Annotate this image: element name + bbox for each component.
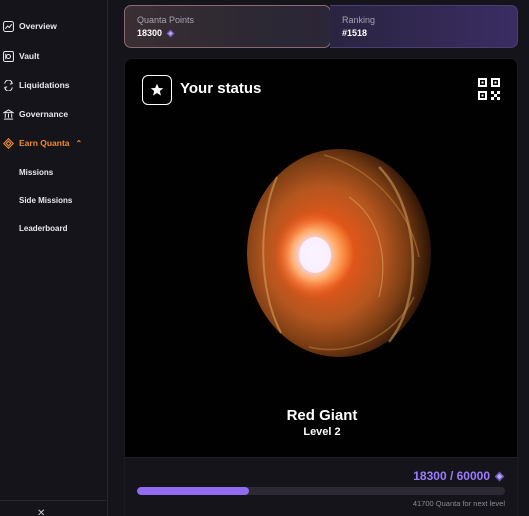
status-panel: Your status Red Giant Level 2 18300 / 60… <box>124 58 518 516</box>
progress-note: 41700 Quanta for next level <box>412 499 505 508</box>
sidebar-item-vault[interactable]: Vault <box>0 46 106 66</box>
sidebar-item-leaderboard[interactable]: Leaderboard <box>0 218 106 238</box>
sidebar-item-label: Overview <box>19 21 57 31</box>
sidebar-item-earn-quanta[interactable]: Earn Quanta ⌃ <box>0 133 106 153</box>
red-giant-illustration <box>231 141 441 369</box>
quanta-points-value-row: 18300 <box>137 28 318 38</box>
quanta-gem-icon <box>166 28 175 38</box>
quanta-gem-icon <box>494 471 505 481</box>
progress-section: 18300 / 60000 41700 Quanta for next leve… <box>125 457 517 516</box>
sidebar-item-label: Side Missions <box>19 195 73 205</box>
sidebar-item-label: Liquidations <box>19 80 70 90</box>
sidebar-item-label: Vault <box>19 51 40 61</box>
progress-bar <box>137 487 505 495</box>
diamond-icon <box>2 137 14 149</box>
status-title: Your status <box>180 80 262 97</box>
quanta-points-label: Quanta Points <box>137 15 195 25</box>
sidebar-item-governance[interactable]: Governance <box>0 104 106 124</box>
sidebar: Overview Vault Liquidations Governance E… <box>0 0 108 516</box>
divider <box>0 500 106 501</box>
sidebar-item-label: Governance <box>19 109 69 119</box>
ranking-label: Ranking <box>342 15 376 25</box>
chevron-up-icon[interactable]: ⌃ <box>76 139 83 148</box>
quanta-points-card: Quanta Points 18300 <box>124 5 331 48</box>
bank-icon <box>2 108 14 120</box>
x-social-icon[interactable]: ✕ <box>37 509 47 516</box>
sidebar-item-side-missions[interactable]: Side Missions <box>0 190 106 210</box>
ranking-value: #1518 <box>342 28 368 38</box>
progress-value-row: 18300 / 60000 <box>413 469 505 483</box>
vault-icon <box>2 50 14 62</box>
tier-level: Level 2 <box>303 426 341 438</box>
quanta-points-value: 18300 <box>137 28 163 38</box>
sidebar-item-label: Missions <box>19 167 54 177</box>
progress-value: 18300 / 60000 <box>413 469 490 483</box>
qr-code-icon[interactable] <box>478 78 500 100</box>
sidebar-item-label: Leaderboard <box>19 223 68 233</box>
tier-name: Red Giant <box>286 407 358 424</box>
chart-line-icon <box>2 20 14 32</box>
liquidations-icon <box>2 79 14 91</box>
star-icon <box>142 75 172 105</box>
ranking-card: Ranking #1518 <box>330 5 518 48</box>
sidebar-item-label: Earn Quanta <box>19 138 70 148</box>
sidebar-item-overview[interactable]: Overview <box>0 16 106 36</box>
progress-bar-fill <box>137 487 250 495</box>
sidebar-item-missions[interactable]: Missions <box>0 162 106 182</box>
sidebar-item-liquidations[interactable]: Liquidations <box>0 75 106 95</box>
